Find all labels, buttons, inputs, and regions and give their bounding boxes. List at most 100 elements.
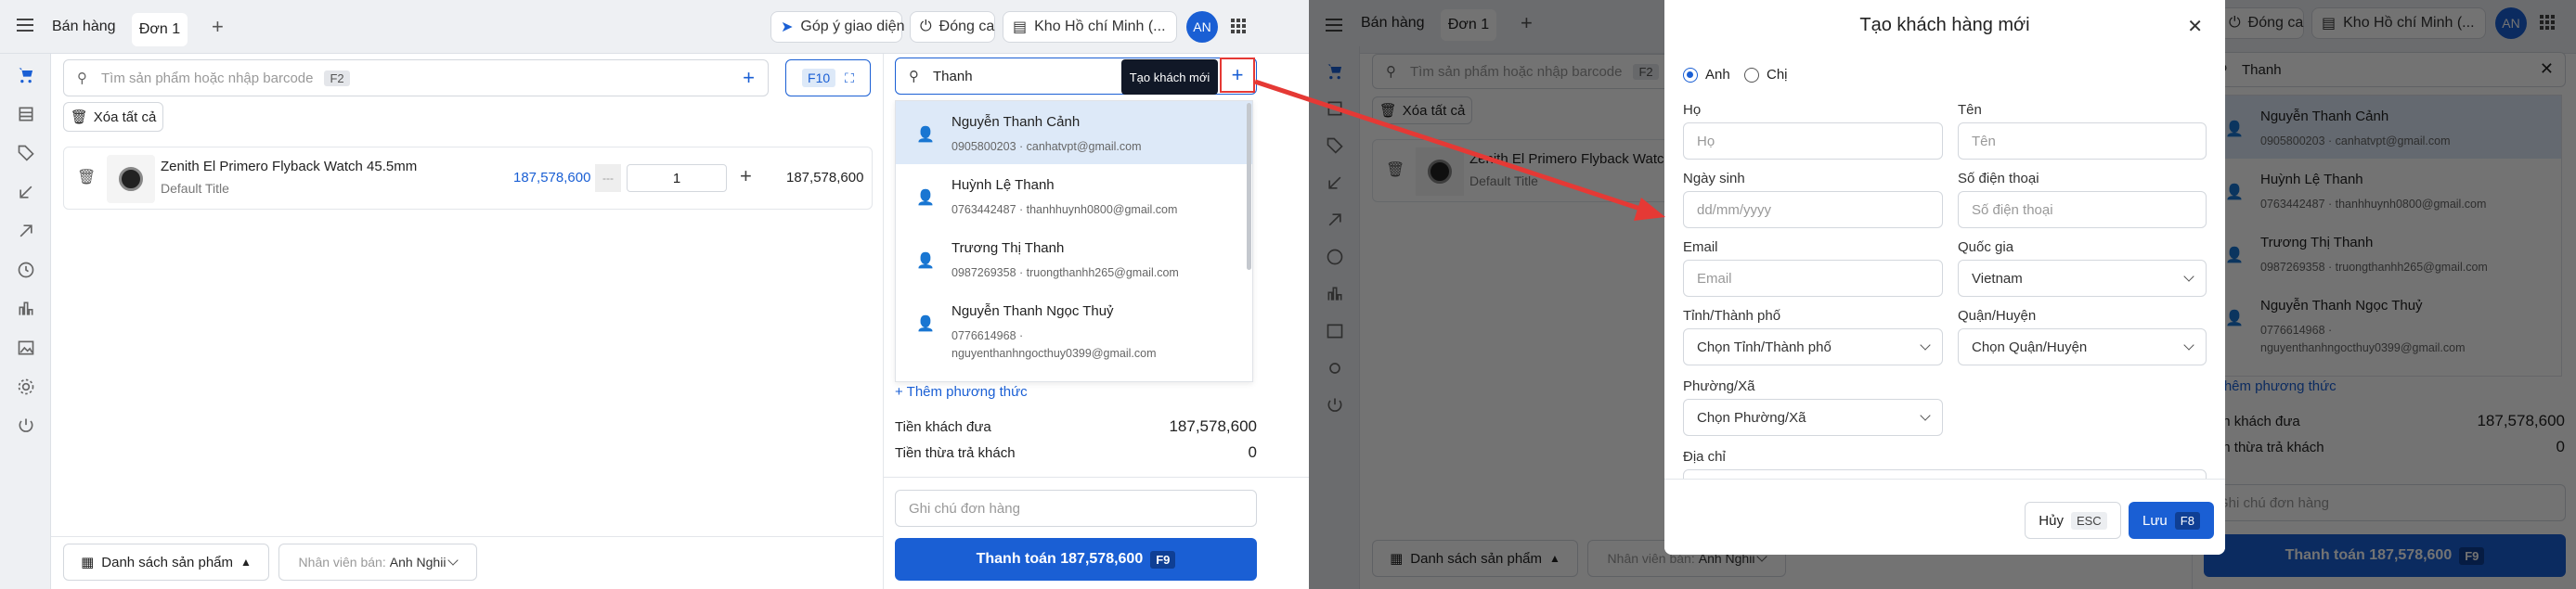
first-name-input[interactable]: Tên	[1958, 122, 2207, 160]
image-icon[interactable]	[16, 338, 36, 358]
order-note-input[interactable]: Ghi chú đơn hàng	[895, 490, 1257, 527]
customer-contact: 0763442487 · thanhhuynh0800@gmail.com	[951, 203, 1178, 216]
user-icon: 👤	[916, 190, 935, 206]
customer-name: Nguyễn Thanh Cảnh	[951, 114, 1081, 130]
trash-icon[interactable]: 🗑	[77, 168, 96, 186]
change-label: Tiền thừa trả khách	[895, 445, 1016, 461]
address-label: Địa chỉ	[1683, 449, 1726, 465]
close-shift-button[interactable]: ⏻ Đóng ca	[910, 11, 995, 43]
tab-order-1[interactable]: Đơn 1	[132, 13, 188, 46]
tag-icon[interactable]	[16, 143, 36, 163]
barcode-button[interactable]: F10 ⛶	[785, 59, 871, 96]
send-icon: ➤	[781, 19, 794, 35]
phone-input[interactable]: Số điện thoại	[1958, 191, 2207, 228]
save-button[interactable]: Lưu F8	[2129, 502, 2214, 539]
clock-icon[interactable]	[16, 260, 36, 280]
list-item[interactable]: 👤 Nguyễn Thanh Cảnh 0905800203 · canhatvpt…	[896, 101, 1252, 164]
customer-contact: 0776614968 · nguyenthanhngocthuy0399@gma…	[951, 329, 1157, 360]
product-variant: Default Title	[161, 181, 229, 196]
power-icon[interactable]	[16, 416, 36, 436]
cancel-label: Hủy	[2039, 512, 2064, 529]
product-list-label: Danh sách sản phẩm	[101, 554, 234, 570]
paid-value: 187,578,600	[1169, 417, 1257, 435]
arrow-in-icon[interactable]	[16, 182, 36, 202]
feedback-button[interactable]: ➤ Góp ý giao diện	[770, 11, 905, 43]
product-name: Zenith El Primero Flyback Watch 45.5mm	[161, 159, 418, 174]
increase-qty-button[interactable]: +	[740, 164, 752, 188]
customer-search-value: Thanh	[933, 68, 973, 84]
chevron-up-icon: ▲	[240, 556, 252, 569]
unit-price[interactable]: 187,578,600	[513, 170, 590, 186]
clear-all-button[interactable]: 🗑 Xóa tất cả	[63, 102, 163, 132]
add-payment-method[interactable]: + Thêm phương thức	[895, 384, 1028, 400]
chevron-down-icon	[1920, 339, 1931, 351]
ward-select[interactable]: Chọn Phường/Xã	[1683, 399, 1943, 436]
product-thumbnail	[107, 155, 155, 203]
dob-label: Ngày sinh	[1683, 171, 1745, 186]
warehouse-button[interactable]: ▤ Kho Hồ chí Minh (...	[1003, 11, 1177, 43]
cancel-button[interactable]: Hủy ESC	[2025, 502, 2121, 539]
product-list-button[interactable]: ▦ Danh sách sản phẩm ▲	[63, 544, 269, 581]
product-search-input[interactable]: ⚲ Tìm sản phẩm hoặc nhập barcode F2 +	[63, 59, 769, 96]
chart-icon[interactable]	[16, 299, 36, 319]
list-item[interactable]: 👤 Trương Thị Thanh 0987269358 · truongthan…	[896, 227, 1252, 290]
create-customer-tooltip: Tạo khách mới	[1121, 59, 1218, 95]
email-input[interactable]: Email	[1683, 260, 1943, 297]
chevron-down-icon	[1920, 410, 1931, 421]
feedback-label: Góp ý giao diện	[800, 19, 905, 34]
first-name-label: Tên	[1958, 102, 1982, 118]
modal-title: Tạo khách hàng mới	[1859, 15, 2030, 35]
avatar[interactable]: AN	[1186, 11, 1218, 43]
checkout-label: Thanh toán 187,578,600	[976, 551, 1144, 567]
last-name-input[interactable]: Họ	[1683, 122, 1943, 160]
gender-female-radio[interactable]: Chị	[1744, 67, 1788, 83]
pos-screen-before: Bán hàng Đơn 1 + ➤ Góp ý giao diện ⏻ Đóng …	[0, 0, 1309, 589]
cart-icon[interactable]	[16, 65, 36, 85]
close-icon[interactable]: ✕	[2187, 15, 2203, 38]
user-icon: 👤	[916, 316, 935, 332]
gender-male-label: Anh	[1705, 67, 1730, 83]
arrow-out-icon[interactable]	[16, 221, 36, 241]
add-product-icon[interactable]: +	[743, 66, 755, 90]
hamburger-icon[interactable]	[17, 19, 33, 32]
apps-grid-icon[interactable]	[1231, 19, 1246, 33]
district-label: Quận/Huyện	[1958, 308, 2037, 324]
top-bar: Bán hàng Đơn 1 + ➤ Góp ý giao diện ⏻ Đóng …	[0, 0, 1309, 54]
gear-icon[interactable]	[16, 377, 36, 397]
ward-label: Phường/Xã	[1683, 378, 1755, 394]
customer-name: Nguyễn Thanh Ngọc Thuỷ	[951, 303, 1114, 319]
f10-badge: F10	[802, 69, 836, 87]
save-key: F8	[2174, 511, 2200, 530]
gender-male-radio[interactable]: Anh	[1683, 67, 1730, 83]
customer-dropdown: 👤 Nguyễn Thanh Cảnh 0905800203 · canhatvpt…	[895, 100, 1253, 382]
ward-value: Chọn Phường/Xã	[1697, 409, 1806, 426]
cart-row: 🗑 Zenith El Primero Flyback Watch 45.5mm…	[63, 147, 873, 210]
country-select[interactable]: Vietnam	[1958, 260, 2207, 297]
province-label: Tỉnh/Thành phố	[1683, 308, 1781, 324]
list-item[interactable]: 👤 Nguyễn Thanh Ngọc Thuỷ 0776614968 · nguy…	[896, 290, 1252, 374]
customer-name: Trương Thị Thanh	[951, 240, 1065, 256]
create-customer-button[interactable]: +	[1220, 58, 1255, 93]
shortcut-badge: F2	[324, 70, 350, 86]
trash-icon: 🗑	[70, 109, 88, 125]
phone-label: Số điện thoại	[1958, 171, 2039, 186]
district-value: Chọn Quận/Huyện	[1972, 339, 2088, 355]
decrease-qty-button[interactable]: ---	[595, 164, 621, 192]
scrollbar[interactable]	[1247, 103, 1251, 270]
checkout-button[interactable]: Thanh toán 187,578,600 F9	[895, 538, 1257, 581]
search-icon: ⚲	[909, 69, 919, 84]
power-icon: ⏻	[920, 19, 932, 34]
staff-select[interactable]: Nhân viên bán:Anh Nghii	[278, 544, 477, 581]
change-value: 0	[1248, 443, 1257, 461]
user-icon: 👤	[916, 253, 935, 269]
province-select[interactable]: Chọn Tỉnh/Thành phố	[1683, 328, 1943, 365]
list-icon[interactable]	[16, 104, 36, 124]
column-divider	[883, 54, 884, 589]
quantity-input[interactable]: 1	[627, 164, 727, 192]
modal-footer: Hủy ESC Lưu F8	[1664, 479, 2225, 555]
list-item[interactable]: 👤 Huỳnh Lệ Thanh 0763442487 · thanhhuynh08…	[896, 164, 1252, 227]
district-select[interactable]: Chọn Quận/Huyện	[1958, 328, 2207, 365]
customer-name: Huỳnh Lệ Thanh	[951, 177, 1055, 193]
add-tab-button[interactable]: +	[212, 15, 224, 39]
dob-input[interactable]: dd/mm/yyyy	[1683, 191, 1943, 228]
